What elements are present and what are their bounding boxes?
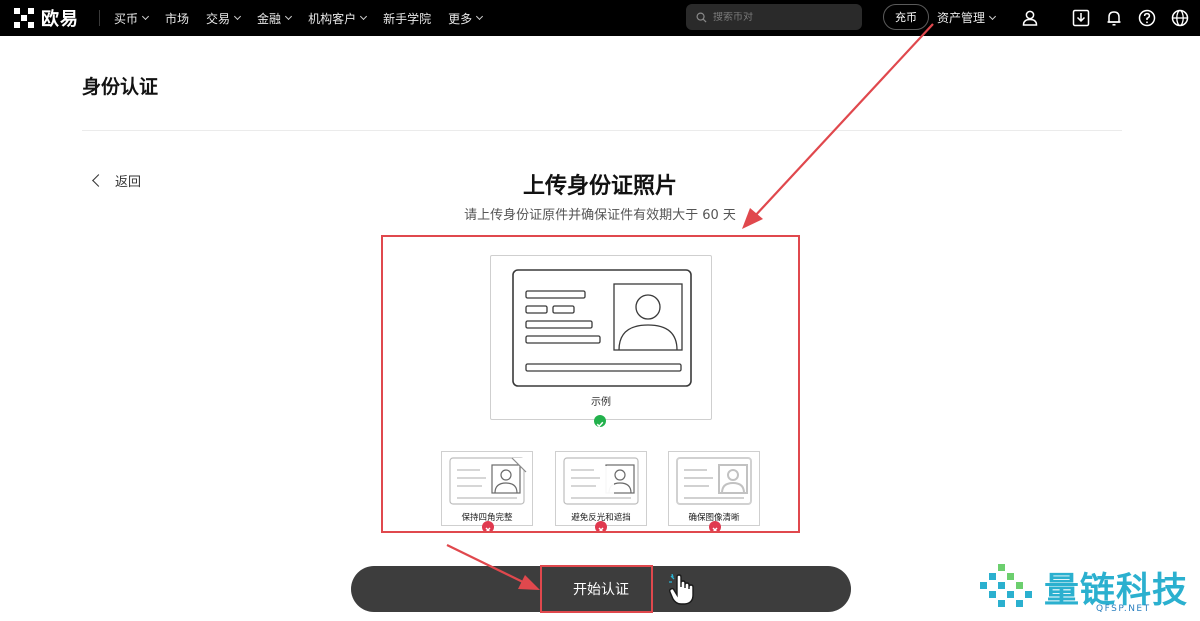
watermark-url: QFSP.NET xyxy=(1096,604,1151,614)
annotation-arrows xyxy=(446,23,934,590)
